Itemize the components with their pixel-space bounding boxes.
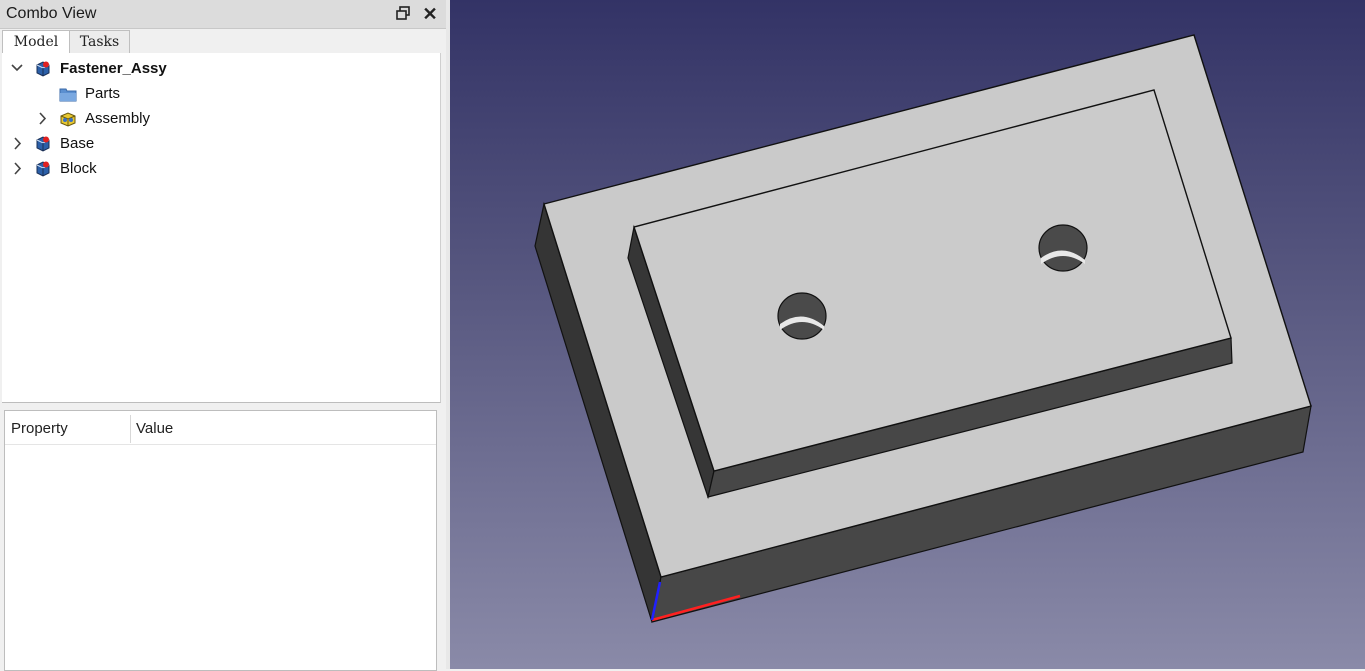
model-tree[interactable]: Fastener_Assy Parts Assembly Base Block: [2, 53, 441, 403]
tree-item-block[interactable]: Block: [2, 156, 438, 181]
column-header-property[interactable]: Property: [11, 420, 68, 437]
chevron-down-icon[interactable]: [10, 56, 24, 81]
model-render[interactable]: [450, 0, 1365, 669]
column-divider[interactable]: [130, 415, 131, 443]
tree-item-assembly[interactable]: Assembly: [2, 106, 438, 131]
tree-item-fastener-assy[interactable]: Fastener_Assy: [2, 56, 438, 81]
tree-item-parts[interactable]: Parts: [2, 81, 438, 106]
undock-icon-glyph: [396, 6, 410, 20]
folder-icon: [59, 85, 77, 103]
combo-view-title: Combo View: [6, 5, 97, 22]
part-icon: [34, 60, 52, 78]
tree-item-label: Parts: [85, 85, 121, 102]
chevron-right-icon[interactable]: [35, 106, 49, 131]
tab-tasks[interactable]: Tasks: [69, 30, 130, 53]
close-icon[interactable]: ✕: [420, 4, 440, 24]
tree-item-label: Base: [60, 135, 95, 152]
3d-viewport[interactable]: [450, 0, 1365, 669]
column-header-value[interactable]: Value: [136, 420, 173, 437]
tree-item-base[interactable]: Base: [2, 131, 438, 156]
hole-left: [777, 292, 827, 340]
hole-right: [1038, 224, 1088, 272]
property-view[interactable]: Property Value: [4, 410, 437, 671]
tab-model[interactable]: Model: [2, 30, 70, 54]
part-icon: [34, 160, 52, 178]
tree-item-label: Assembly: [85, 110, 151, 127]
chevron-right-icon[interactable]: [10, 156, 24, 181]
tree-item-label: Block: [60, 160, 97, 177]
combo-view-panel: Combo View ✕ Model Tasks Fastener_Assy P…: [0, 0, 446, 671]
panel-splitter[interactable]: [0, 403, 446, 409]
combo-view-header: Combo View ✕: [0, 0, 446, 29]
chevron-right-icon[interactable]: [10, 131, 24, 156]
property-table-header: Property Value: [5, 411, 436, 445]
tree-item-label: Fastener_Assy: [60, 60, 167, 77]
part-icon: [34, 135, 52, 153]
assembly-icon: [59, 110, 77, 128]
undock-icon[interactable]: [394, 5, 412, 23]
